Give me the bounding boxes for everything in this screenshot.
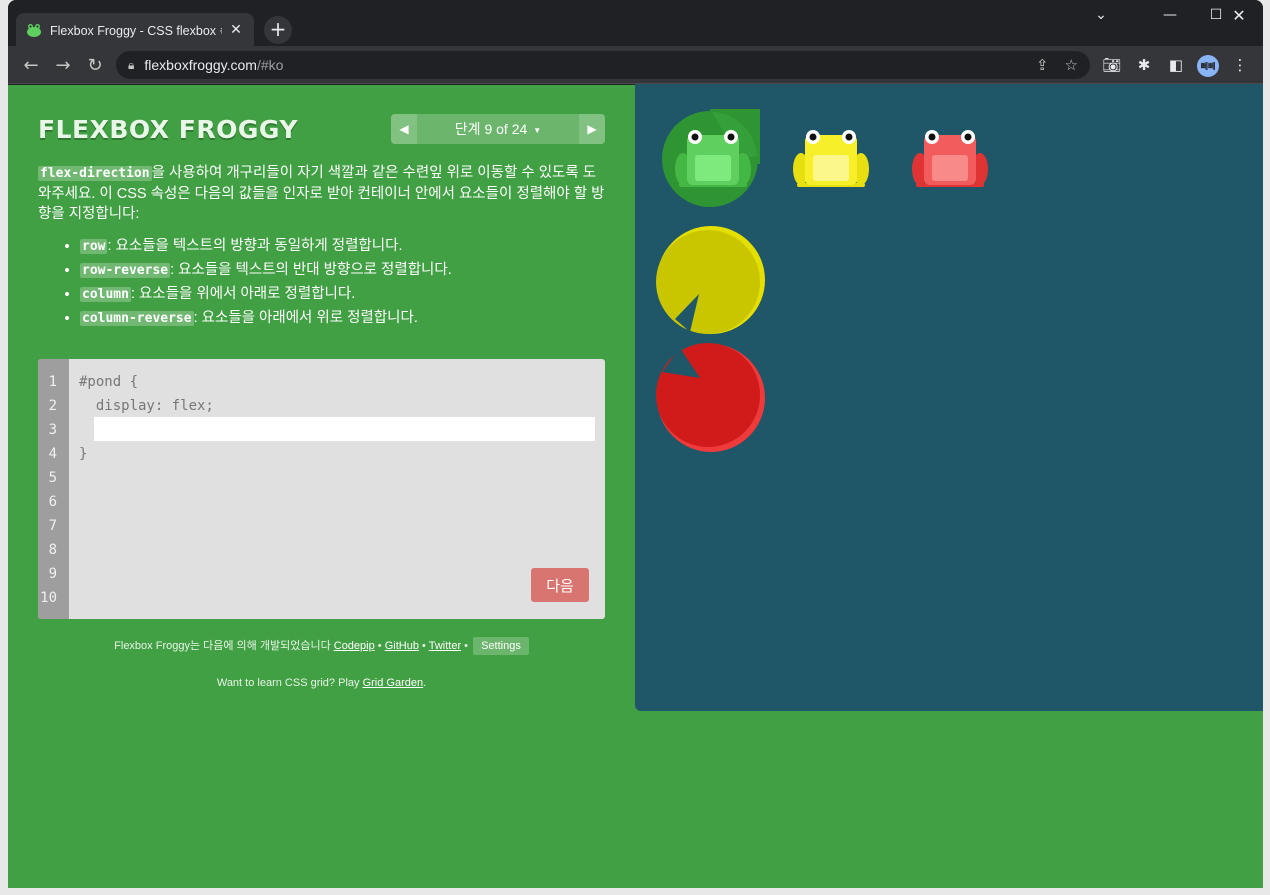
grid-garden-promo: Want to learn CSS grid? Play Grid Garden… [38,677,605,689]
code-line-2: display: flex; [79,398,214,414]
red-lilypad [656,343,765,452]
extensions-puzzle-icon[interactable]: ✱ [1132,53,1156,77]
reload-icon[interactable]: ↻ [80,50,110,80]
line-number: 9 [48,566,57,582]
list-item: row: 요소들을 텍스트의 방향과 동일하게 정렬합니다. [80,236,608,257]
settings-button[interactable]: Settings [473,637,529,655]
address-bar[interactable]: 🔒︎ flexboxfroggy.com/#ko ⇪ ☆ [116,51,1090,79]
line-number: 4 [48,446,57,462]
css-answer-input[interactable] [94,417,595,441]
bookmark-star-icon[interactable]: ☆ [1065,56,1078,74]
pond [635,84,1263,711]
code-editor: 1 2 3 4 5 6 7 8 9 10 #pond { display: fl… [38,359,605,619]
minimize-icon[interactable]: — [1147,0,1193,30]
code-line-4: } [79,446,88,462]
back-arrow-icon[interactable]: ← [16,50,46,80]
separator: • [461,640,472,652]
browser-toolbar: ← → ↻ 🔒︎ flexboxfroggy.com/#ko ⇪ ☆ 📷︎ ✱ … [8,46,1263,84]
bullet-code: row-reverse [80,263,171,278]
close-window-icon[interactable]: ✕ [1216,0,1262,30]
new-tab-button[interactable]: + [264,16,292,44]
share-icon[interactable]: ⇪ [1036,56,1049,74]
frog-favicon-icon [26,22,42,38]
forward-arrow-icon[interactable]: → [48,50,78,80]
line-number: 6 [48,494,57,510]
value-list: row: 요소들을 텍스트의 방향과 동일하게 정렬합니다. row-rever… [38,236,608,329]
bullet-text: : 요소들을 아래에서 위로 정렬합니다. [193,310,418,326]
lock-icon: 🔒︎ [128,57,135,72]
red-frog [912,130,988,187]
line-number: 8 [48,542,57,558]
green-frog [675,130,751,187]
line-number-gutter: 1 2 3 4 5 6 7 8 9 10 [38,359,69,619]
next-button[interactable]: 다음 [531,568,589,602]
bullet-text: : 요소들을 텍스트의 방향과 동일하게 정렬합니다. [107,238,403,254]
twitter-link[interactable]: Twitter [429,640,461,652]
level-navigation: ◀ 단계 9 of 24 ▼ ▶ [391,114,605,144]
page-logo: FLEXBOX FROGGY [38,115,298,144]
title-bar: Flexbox Froggy - CSS flexbox 속 ✕ + ⌄ — ☐… [8,0,1263,46]
separator: • [418,640,429,652]
code-term: flex-direction [38,166,152,181]
profile-avatar[interactable]: 뻬뻬 [1197,55,1219,77]
previous-level-icon[interactable]: ◀ [391,114,417,144]
yellow-lilypad [656,226,765,334]
codepip-link[interactable]: Codepip [334,640,375,652]
grid-garden-link[interactable]: Grid Garden [363,677,424,689]
line-number: 1 [48,374,57,390]
game-page: FLEXBOX FROGGY ◀ 단계 9 of 24 ▼ ▶ flex-dire… [8,84,1263,888]
tab-title: Flexbox Froggy - CSS flexbox 속 [50,24,222,38]
bullet-code: column [80,287,131,302]
yellow-frog [793,130,869,187]
line-number: 10 [40,590,57,606]
next-level-icon[interactable]: ▶ [579,114,605,144]
line-number: 3 [48,422,57,438]
bullet-code: row [80,239,108,254]
instructions: flex-direction 을 사용하여 개구리들이 자기 색깔과 같은 수련잎… [38,163,608,332]
credits: Flexbox Froggy는 다음에 의해 개발되었습니다 Codepip •… [38,637,605,655]
separator: • [374,640,385,652]
code-line-1: #pond { [79,374,139,390]
promo-text: Want to learn CSS grid? Play [216,677,363,689]
instructions-paragraph: flex-direction 을 사용하여 개구리들이 자기 색깔과 같은 수련잎… [38,163,608,224]
browser-tab[interactable]: Flexbox Froggy - CSS flexbox 속 ✕ [16,13,254,46]
bullet-text: : 요소들을 위에서 아래로 정렬합니다. [130,286,356,302]
promo-suffix: . [423,677,427,689]
side-panel-icon[interactable]: ◧ [1164,53,1188,77]
credits-text: Flexbox Froggy는 다음에 의해 개발되었습니다 [114,640,334,652]
github-link[interactable]: GitHub [385,640,419,652]
menu-kebab-icon[interactable]: ⋮ [1228,53,1252,77]
bullet-text: : 요소들을 텍스트의 반대 방향으로 정렬합니다. [170,262,452,278]
url-text: flexboxfroggy.com/#ko [144,57,284,73]
list-item: row-reverse: 요소들을 텍스트의 반대 방향으로 정렬합니다. [80,260,608,281]
camera-icon[interactable]: 📷︎ [1100,53,1124,77]
level-indicator[interactable]: 단계 9 of 24 ▼ [417,119,579,139]
line-number: 5 [48,470,57,486]
caret-down-icon: ▼ [533,125,542,135]
list-item: column-reverse: 요소들을 아래에서 위로 정렬합니다. [80,308,608,329]
list-item: column: 요소들을 위에서 아래로 정렬합니다. [80,284,608,305]
browser-window: Flexbox Froggy - CSS flexbox 속 ✕ + ⌄ — ☐… [8,0,1263,888]
line-number: 2 [48,398,57,414]
tab-close-icon[interactable]: ✕ [228,22,244,38]
line-number: 7 [48,518,57,534]
tab-search-icon[interactable]: ⌄ [1078,0,1124,30]
bullet-code: column-reverse [80,311,194,326]
